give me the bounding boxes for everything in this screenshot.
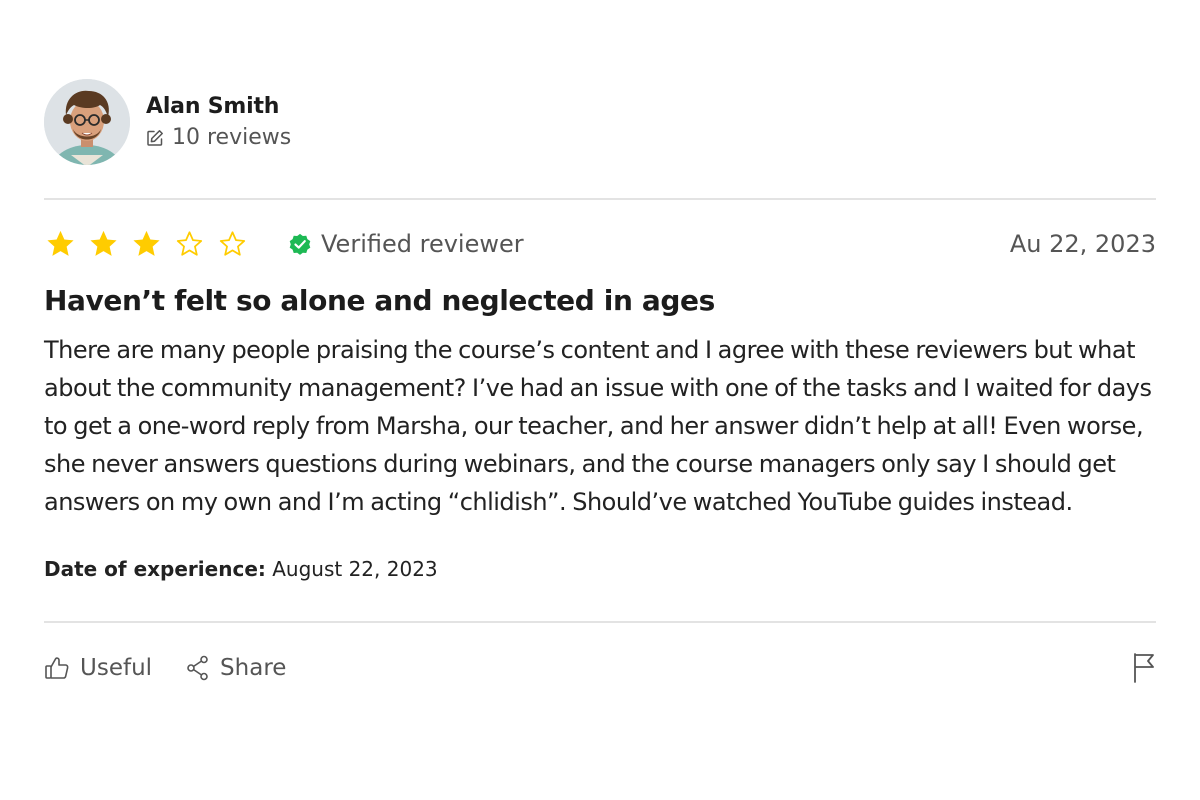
star-outline-icon — [176, 231, 203, 256]
review-card: Alan Smith 10 reviews Verified reviewer … — [44, 78, 1156, 685]
edit-icon — [147, 129, 163, 146]
avatar[interactable] — [44, 79, 130, 165]
reviews-count-label: 10 reviews — [172, 125, 292, 150]
verified-badge: Verified reviewer — [287, 230, 524, 258]
review-actions: Useful Share — [44, 651, 1156, 685]
share-icon — [187, 655, 208, 681]
star-filled-icon — [47, 230, 74, 256]
useful-label: Useful — [80, 655, 153, 681]
date-of-experience: Date of experience: August 22, 2023 — [44, 557, 1156, 581]
review-meta: Verified reviewer Au 22, 2023 — [44, 224, 1156, 264]
useful-button[interactable]: Useful — [44, 655, 152, 681]
star-rating — [44, 228, 249, 260]
avatar-photo-icon — [44, 79, 130, 165]
thumbs-up-icon — [45, 657, 69, 679]
review-body: There are many people praising the cours… — [44, 336, 1152, 516]
divider — [44, 621, 1156, 623]
author-name[interactable]: Alan Smith — [146, 94, 291, 119]
share-label: Share — [220, 655, 287, 681]
review-date: Au 22, 2023 — [1009, 230, 1156, 258]
verified-label: Verified reviewer — [321, 230, 524, 258]
report-flag-button[interactable] — [1132, 652, 1156, 684]
experience-label: Date of experience: — [44, 557, 266, 581]
experience-date: August 22, 2023 — [272, 557, 438, 581]
star-filled-icon — [90, 230, 117, 256]
author-info: Alan Smith 10 reviews — [146, 94, 291, 150]
divider — [44, 198, 1156, 200]
review-title: Haven’t felt so alone and neglected in a… — [44, 284, 715, 317]
review-author: Alan Smith 10 reviews — [44, 78, 1156, 166]
author-reviews-count: 10 reviews — [146, 125, 291, 150]
verified-check-icon — [289, 233, 311, 255]
flag-icon — [1134, 653, 1154, 683]
star-outline-icon — [219, 231, 246, 256]
share-button[interactable]: Share — [186, 655, 286, 681]
star-filled-icon — [133, 230, 160, 256]
